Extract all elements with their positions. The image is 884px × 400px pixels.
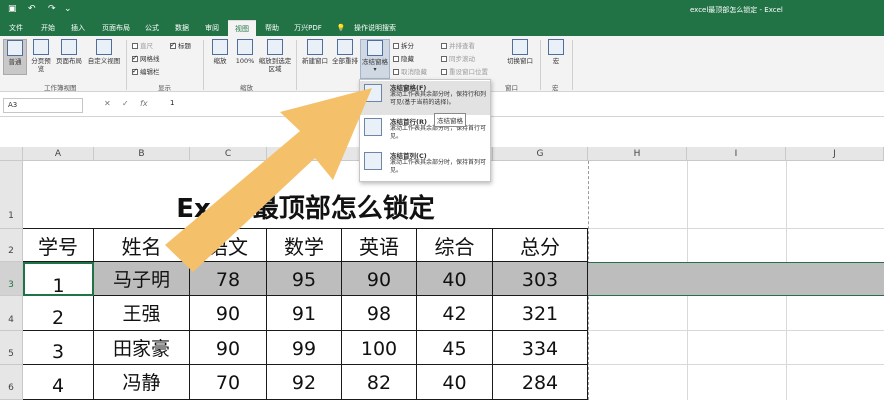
annotation-arrow (165, 88, 372, 272)
pointer-arrow-shape (165, 88, 372, 272)
